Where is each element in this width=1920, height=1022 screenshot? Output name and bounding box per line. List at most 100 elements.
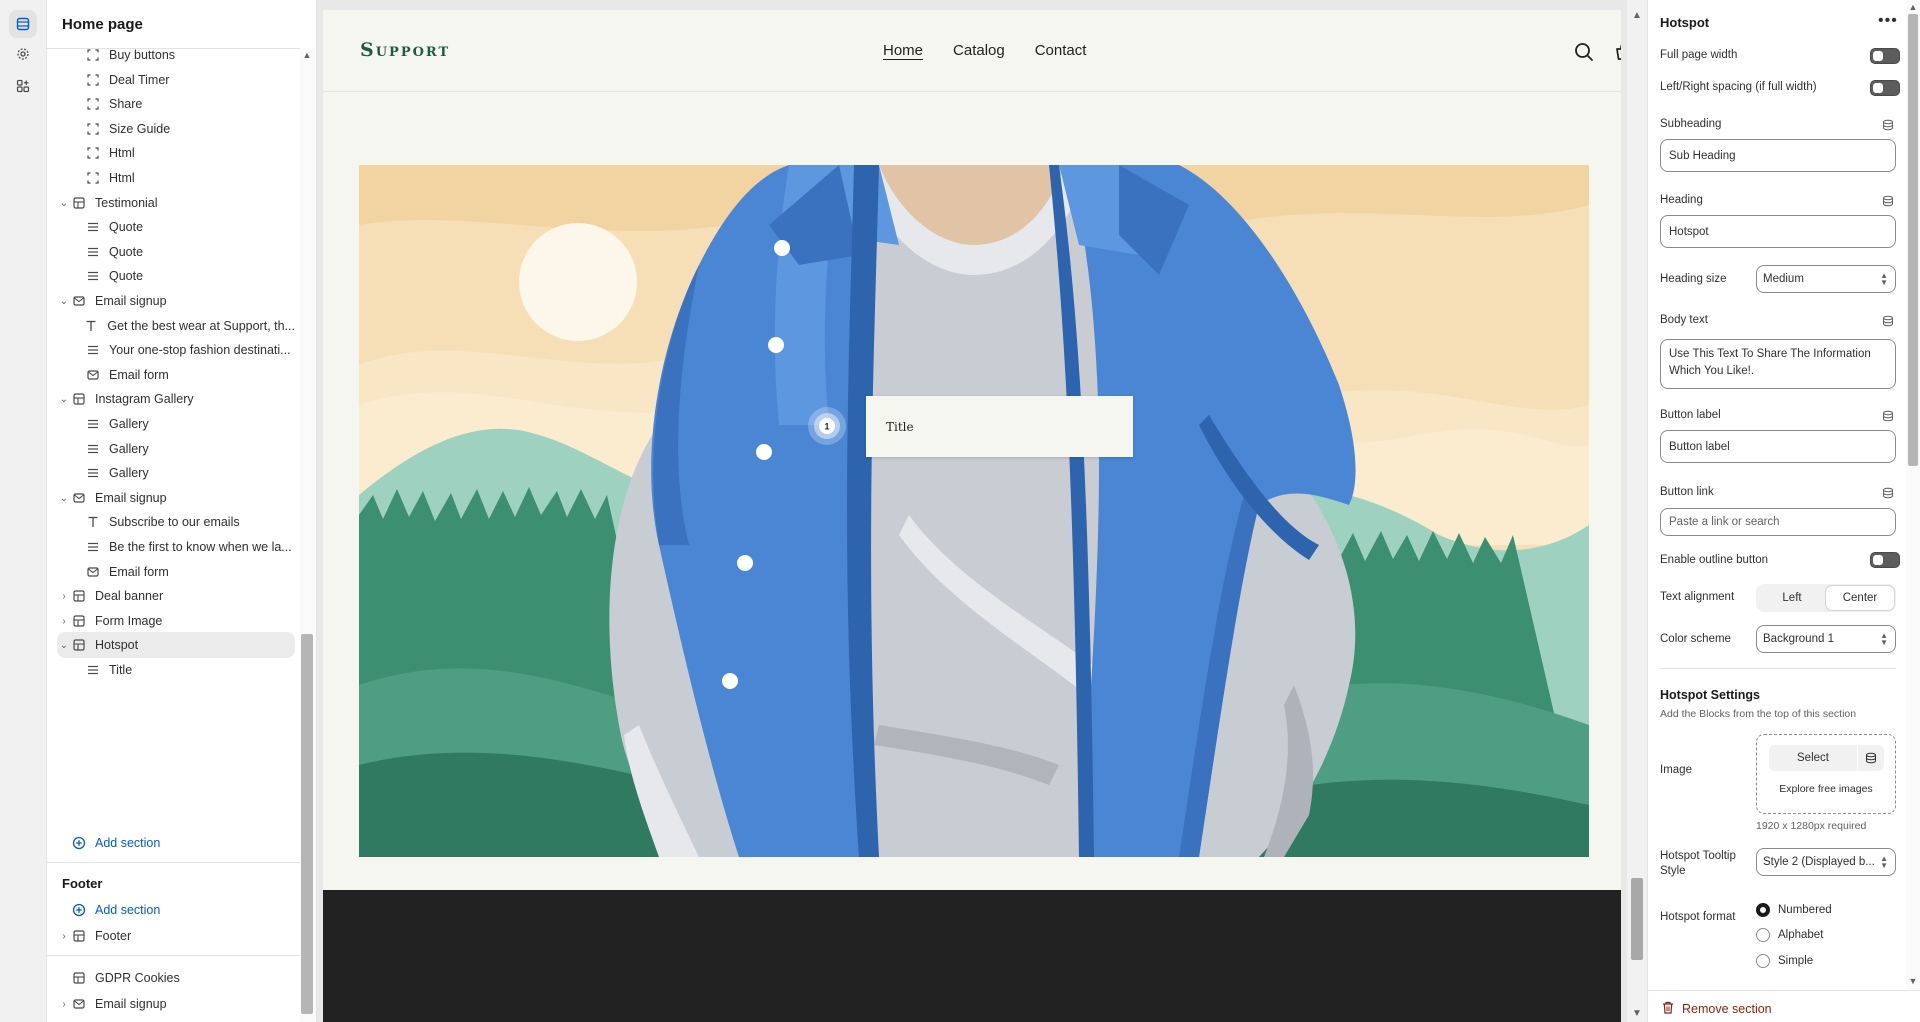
sidebar-item-gdpr-cookies[interactable]: GDPR Cookies bbox=[57, 965, 295, 991]
format-numbered-radio[interactable]: Numbered bbox=[1756, 903, 1832, 917]
explore-free-images-link[interactable]: Explore free images bbox=[1757, 783, 1895, 795]
tree-item-email-signup[interactable]: ⌄ Email signup bbox=[57, 485, 295, 511]
section-icon bbox=[71, 637, 87, 653]
sidebar-item-label: Email signup bbox=[95, 997, 167, 1011]
tree-item-email-signup[interactable]: ⌄ Email signup bbox=[57, 288, 295, 314]
hotspot-image bbox=[359, 165, 1589, 857]
preview-scrollbar[interactable]: ▲ ▼ bbox=[1627, 0, 1647, 1022]
chevron-right-icon[interactable]: › bbox=[57, 997, 71, 1011]
tree-item-quote[interactable]: Quote bbox=[57, 263, 295, 289]
tree-item-gallery[interactable]: Gallery bbox=[57, 460, 295, 486]
outline-button-toggle[interactable] bbox=[1870, 552, 1900, 568]
chevron-down-icon[interactable]: ⌄ bbox=[57, 491, 71, 505]
tree-item-subscribe-to-our-emails[interactable]: Subscribe to our emails bbox=[57, 509, 295, 535]
sections-icon[interactable] bbox=[9, 10, 37, 38]
more-icon[interactable]: ••• bbox=[1878, 12, 1898, 30]
tree-item-size-guide[interactable]: Size Guide bbox=[57, 116, 295, 142]
align-center-button[interactable]: Center bbox=[1826, 586, 1894, 610]
chevron-up-icon[interactable]: ▲ bbox=[301, 50, 313, 62]
apps-icon[interactable] bbox=[9, 72, 37, 100]
nav-catalog[interactable]: Catalog bbox=[953, 42, 1005, 59]
search-icon[interactable] bbox=[1572, 40, 1596, 64]
tree-item-deal-banner[interactable]: › Deal banner bbox=[57, 583, 295, 609]
chevron-down-icon[interactable]: ⌄ bbox=[57, 294, 71, 308]
sidebar-item-email-signup[interactable]: › Email signup bbox=[57, 991, 295, 1017]
tree-item-hotspot[interactable]: ⌄ Hotspot bbox=[57, 632, 295, 658]
tree-item-instagram-gallery[interactable]: ⌄ Instagram Gallery bbox=[57, 386, 295, 412]
align-left-button[interactable]: Left bbox=[1758, 586, 1826, 610]
scrollbar-thumb[interactable] bbox=[1631, 878, 1643, 960]
scrollbar-thumb[interactable] bbox=[301, 634, 313, 1014]
plus-circle-icon bbox=[71, 835, 87, 851]
select-image-button[interactable]: Select bbox=[1769, 752, 1857, 764]
chevron-right-icon[interactable]: › bbox=[57, 929, 71, 943]
tree-item-gallery[interactable]: Gallery bbox=[57, 411, 295, 437]
add-section-button[interactable]: Add section bbox=[57, 830, 295, 856]
tree-item-gallery[interactable]: Gallery bbox=[57, 436, 295, 462]
database-icon[interactable] bbox=[1882, 486, 1894, 499]
chevron-up-icon[interactable]: ▲ bbox=[1908, 2, 1918, 12]
tree-item-quote[interactable]: Quote bbox=[57, 214, 295, 240]
store-logo[interactable]: Support bbox=[360, 39, 450, 61]
tree-item-buy-buttons[interactable]: Buy buttons bbox=[57, 42, 295, 68]
tree-item-get-the-best-wear-at-support-th[interactable]: Get the best wear at Support, th... bbox=[57, 313, 295, 339]
subheading-input[interactable]: Sub Heading bbox=[1660, 139, 1896, 172]
remove-section-button[interactable]: Remove section bbox=[1662, 1001, 1772, 1017]
tree-item-your-one-stop-fashion-destinati[interactable]: Your one-stop fashion destinati... bbox=[57, 337, 295, 363]
chevron-down-icon[interactable]: ⌄ bbox=[57, 392, 71, 406]
sidebar-item-footer[interactable]: › Footer bbox=[57, 923, 295, 949]
chevron-right-icon[interactable]: › bbox=[57, 589, 71, 603]
hotspot-settings-heading: Hotspot Settings bbox=[1660, 688, 1760, 702]
button-label-input[interactable]: Button label bbox=[1660, 430, 1896, 463]
database-icon[interactable] bbox=[1882, 194, 1894, 207]
database-icon[interactable] bbox=[1882, 118, 1894, 131]
chevron-right-icon[interactable]: › bbox=[57, 614, 71, 628]
heading-size-select[interactable]: Medium ▲ ▼ bbox=[1756, 265, 1896, 293]
footer-add-section-button[interactable]: Add section bbox=[57, 897, 295, 923]
tree-item-html[interactable]: Html bbox=[57, 165, 295, 191]
hotspot-settings-subtext: Add the Blocks from the top of this sect… bbox=[1660, 708, 1857, 720]
text-block-icon bbox=[85, 244, 101, 260]
panel-title: Hotspot bbox=[1660, 15, 1710, 30]
tree-item-be-the-first-to-know-when-we-la[interactable]: Be the first to know when we la... bbox=[57, 534, 295, 560]
cart-icon[interactable] bbox=[1612, 40, 1621, 64]
footer-group-heading: Footer bbox=[62, 876, 103, 891]
chevron-down-icon[interactable]: ⌄ bbox=[57, 638, 71, 652]
chevron-down-icon[interactable]: ▼ bbox=[1631, 1008, 1643, 1019]
tree-item-deal-timer[interactable]: Deal Timer bbox=[57, 67, 295, 93]
chevron-up-icon[interactable]: ▲ bbox=[1631, 10, 1643, 21]
spacing-toggle[interactable] bbox=[1870, 80, 1900, 96]
gear-icon[interactable] bbox=[9, 40, 37, 68]
block-icon bbox=[85, 145, 101, 161]
tree-item-email-form[interactable]: Email form bbox=[57, 559, 295, 585]
database-icon[interactable] bbox=[1882, 409, 1894, 422]
body-text-input[interactable]: Use This Text To Share The Information W… bbox=[1660, 339, 1896, 389]
full-width-toggle[interactable] bbox=[1870, 48, 1900, 64]
nav-contact[interactable]: Contact bbox=[1035, 42, 1087, 59]
chevron-down-icon[interactable]: ⌄ bbox=[57, 196, 71, 210]
tree-item-email-form[interactable]: Email form bbox=[57, 362, 295, 388]
database-icon[interactable] bbox=[1858, 752, 1884, 764]
database-icon[interactable] bbox=[1882, 314, 1894, 327]
button-link-input[interactable]: Paste a link or search bbox=[1660, 508, 1896, 536]
tree-item-html[interactable]: Html bbox=[57, 140, 295, 166]
chevron-down-icon[interactable]: ▼ bbox=[1908, 976, 1918, 986]
tree-item-label: Be the first to know when we la... bbox=[109, 540, 292, 554]
nav-home[interactable]: Home bbox=[883, 42, 923, 59]
format-simple-radio[interactable]: Simple bbox=[1756, 954, 1813, 968]
tooltip-style-select[interactable]: Style 2 (Displayed b... ▲ ▼ bbox=[1756, 848, 1896, 876]
heading-input[interactable]: Hotspot bbox=[1660, 215, 1896, 248]
color-scheme-select[interactable]: Background 1 ▲ ▼ bbox=[1756, 625, 1896, 653]
hotspot-marker[interactable]: 1 bbox=[807, 406, 847, 446]
tree-item-quote[interactable]: Quote bbox=[57, 239, 295, 265]
tree-item-testimonial[interactable]: ⌄ Testimonial bbox=[57, 190, 295, 216]
tree-item-share[interactable]: Share bbox=[57, 91, 295, 117]
tree-item-title[interactable]: Title bbox=[57, 657, 295, 683]
scrollbar-thumb[interactable] bbox=[1908, 14, 1918, 466]
tree-item-form-image[interactable]: › Form Image bbox=[57, 608, 295, 634]
format-alphabet-radio[interactable]: Alphabet bbox=[1756, 928, 1823, 942]
tree-item-label: Size Guide bbox=[109, 122, 171, 136]
plus-circle-icon bbox=[71, 902, 87, 918]
